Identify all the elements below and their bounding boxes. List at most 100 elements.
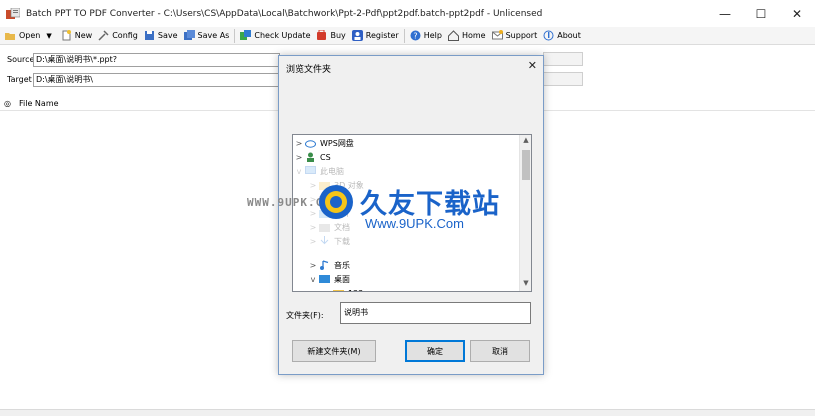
user-icon — [305, 152, 316, 162]
buy-button[interactable]: Buy — [313, 28, 348, 44]
collapse-icon[interactable]: v — [307, 275, 319, 284]
chevron-down-icon[interactable]: ▼ — [46, 32, 51, 40]
support-icon — [491, 30, 503, 41]
config-button[interactable]: Config — [95, 28, 141, 44]
tree-item-pictures[interactable]: > 图片 — [307, 206, 350, 220]
open-button[interactable]: Open ▼ — [2, 28, 58, 44]
folder-icon — [319, 194, 330, 204]
tree-item-label: 桌面 — [334, 274, 350, 284]
tree-item-label: 视频 — [334, 194, 350, 204]
open-label: Open — [19, 31, 41, 40]
source-label: Source — [7, 55, 35, 64]
minimize-button[interactable]: — — [707, 0, 743, 28]
dialog-close-button[interactable]: ✕ — [528, 59, 537, 72]
expand-icon[interactable]: > — [307, 237, 319, 246]
status-bar — [0, 409, 815, 416]
about-button[interactable]: About — [540, 28, 584, 44]
save-as-icon — [183, 30, 195, 41]
folder-label: 文件夹(F): — [286, 311, 324, 320]
tree-item-label: CS — [320, 152, 331, 162]
cancel-button[interactable]: 取消 — [470, 340, 530, 362]
toolbar-separator — [234, 28, 236, 43]
tree-item-3d[interactable]: > 3D 对象 — [307, 178, 364, 192]
check-update-button[interactable]: Check Update — [237, 28, 313, 44]
source-field[interactable]: D:\桌面\说明书\*.ppt? — [33, 52, 280, 67]
home-button[interactable]: Home — [445, 28, 489, 44]
tools-icon — [98, 30, 109, 41]
new-folder-button[interactable]: 新建文件夹(M) — [292, 340, 376, 362]
scroll-down-icon[interactable]: ▼ — [520, 279, 531, 287]
new-button[interactable]: New — [58, 28, 95, 44]
tree-item-label: WPS网盘 — [320, 138, 354, 148]
expand-icon[interactable]: > — [293, 153, 305, 162]
tree-item-label: 此电脑 — [320, 166, 344, 176]
cloud-icon — [305, 138, 316, 148]
save-icon — [144, 30, 155, 41]
tree-item-documents[interactable]: > 文档 — [307, 220, 350, 234]
expand-icon[interactable]: > — [307, 209, 319, 218]
home-label: Home — [461, 31, 486, 40]
home-icon — [447, 30, 459, 41]
target-field[interactable]: D:\桌面\说明书\ — [33, 72, 280, 87]
tree-scrollbar[interactable]: ▲ ▼ — [519, 135, 531, 291]
window-title: Batch PPT TO PDF Converter - C:\Users\CS… — [26, 9, 543, 19]
folder-tree[interactable]: > WPS网盘 > CS v 此电脑 > 3D 对象 > 视频 > 图片 > 文… — [292, 134, 532, 292]
tree-item-videos[interactable]: > 视频 — [307, 192, 350, 206]
maximize-button[interactable]: ☐ — [743, 0, 779, 28]
help-button[interactable]: ? Help — [407, 28, 445, 44]
toolbar-separator — [403, 28, 405, 43]
scrollbar-thumb[interactable] — [522, 150, 530, 180]
tree-item-music[interactable]: > 音乐 — [307, 258, 350, 272]
tree-item-label: 3D 对象 — [334, 180, 364, 190]
update-icon — [240, 30, 252, 41]
new-file-icon — [61, 30, 72, 41]
expand-icon[interactable]: > — [307, 195, 319, 204]
buy-label: Buy — [330, 31, 346, 40]
tree-item-123[interactable]: 123 — [321, 286, 363, 291]
support-button[interactable]: Support — [489, 28, 541, 44]
tree-item-desktop[interactable]: v 桌面 — [307, 272, 350, 286]
status-column-icon: ◎ — [4, 98, 11, 108]
expand-icon[interactable]: > — [293, 139, 305, 148]
check-update-label: Check Update — [254, 31, 311, 40]
expand-icon[interactable]: > — [307, 181, 319, 190]
about-label: About — [557, 31, 581, 40]
save-label: Save — [157, 31, 178, 40]
tree-item-cs[interactable]: > CS — [293, 150, 331, 164]
title-bar: Batch PPT TO PDF Converter - C:\Users\CS… — [0, 0, 815, 28]
tree-item-wps[interactable]: > WPS网盘 — [293, 136, 354, 150]
app-icon — [6, 7, 21, 20]
folder-icon — [319, 208, 330, 218]
save-as-label: Save As — [197, 31, 230, 40]
open-folder-icon — [5, 30, 16, 41]
target-browse-button[interactable] — [543, 72, 583, 86]
register-label: Register — [365, 31, 399, 40]
browse-folder-dialog: 浏览文件夹 ✕ > WPS网盘 > CS v 此电脑 > 3D 对象 > 视频 — [278, 55, 544, 375]
close-button[interactable]: ✕ — [779, 0, 815, 28]
ok-button[interactable]: 确定 — [405, 340, 465, 362]
music-icon — [319, 260, 330, 270]
scroll-up-icon[interactable]: ▲ — [520, 136, 531, 144]
config-label: Config — [112, 31, 138, 40]
help-icon: ? — [410, 30, 421, 41]
save-button[interactable]: Save — [141, 28, 181, 44]
help-label: Help — [423, 31, 442, 40]
svg-text:?: ? — [413, 32, 417, 41]
register-icon — [351, 30, 363, 41]
collapse-icon[interactable]: v — [293, 167, 305, 176]
expand-icon[interactable]: > — [307, 261, 319, 270]
dialog-title: 浏览文件夹 — [286, 65, 332, 75]
folder-icon — [319, 180, 330, 190]
tree-item-label: 图片 — [334, 208, 350, 218]
register-button[interactable]: Register — [349, 28, 402, 44]
tree-item-label: 文档 — [334, 222, 350, 232]
desktop-icon — [319, 274, 330, 284]
file-name-column-header[interactable]: File Name — [19, 99, 59, 108]
expand-icon[interactable]: > — [307, 223, 319, 232]
tree-item-downloads[interactable]: > 下载 — [307, 234, 350, 248]
folder-input[interactable]: 说明书 — [340, 302, 531, 324]
source-browse-button[interactable] — [543, 52, 583, 66]
save-as-button[interactable]: Save As — [181, 28, 233, 44]
tree-item-this-pc[interactable]: v 此电脑 — [293, 164, 344, 178]
toolbar: Open ▼ New Config Save Save As Check Upd… — [0, 27, 815, 45]
